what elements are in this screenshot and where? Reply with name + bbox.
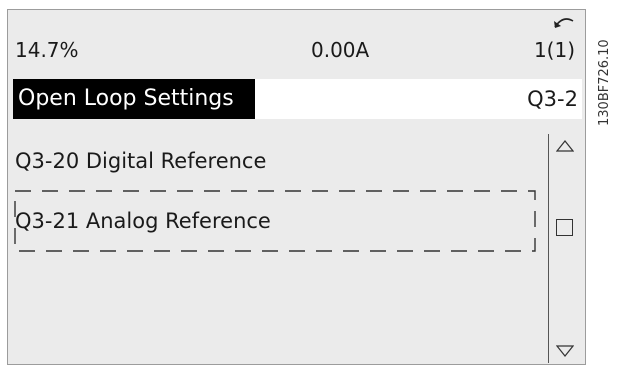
menu-header: Open Loop Settings Q3-2: [13, 79, 582, 119]
menu-code: Q3-2: [527, 87, 578, 111]
status-current: 0.00A: [311, 38, 370, 62]
display-panel: 14.7% 0.00A 1(1) Open Loop Settings Q3-2…: [7, 9, 586, 365]
menu-title: Open Loop Settings: [13, 79, 255, 119]
menu-item-analog-reference[interactable]: Q3-21 Analog Reference: [15, 206, 271, 236]
figure-code-text: 130BF726.10: [597, 39, 612, 126]
back-arrow-icon[interactable]: [551, 13, 577, 31]
scroll-thumb[interactable]: [556, 219, 573, 236]
scroll-up-icon[interactable]: [556, 140, 574, 152]
status-setup: 1(1): [533, 38, 575, 62]
scrollbar[interactable]: [548, 134, 582, 363]
scroll-down-icon[interactable]: [556, 345, 574, 357]
menu-item-digital-reference[interactable]: Q3-20 Digital Reference: [15, 146, 266, 176]
figure-code: 130BF726.10: [597, 39, 612, 126]
status-load-percent: 14.7%: [15, 38, 79, 62]
